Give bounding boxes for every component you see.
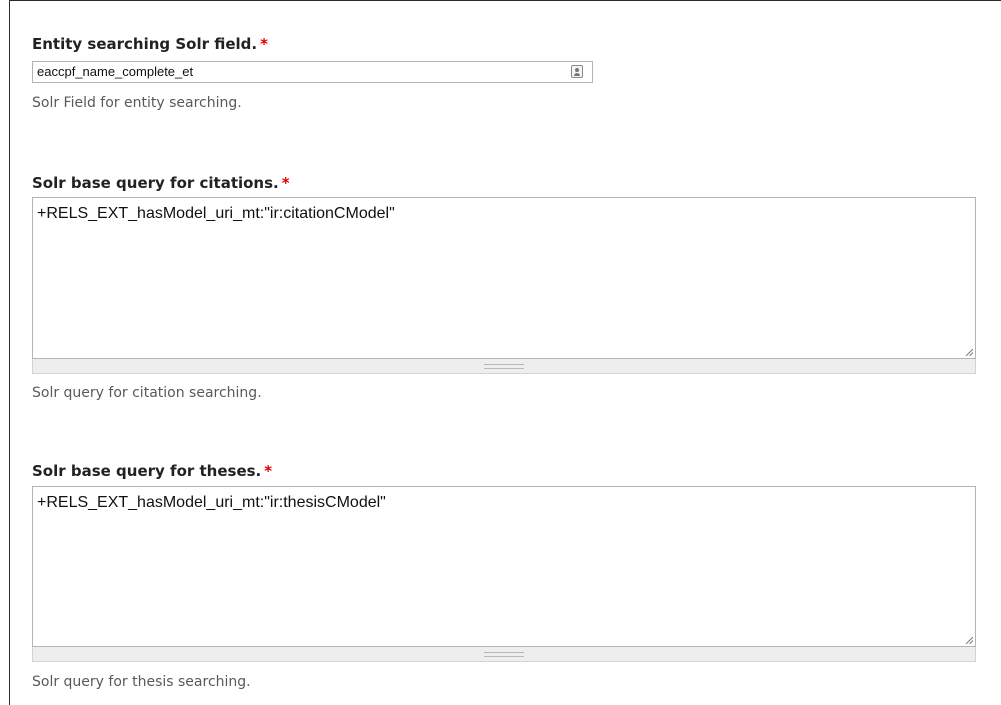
resize-corner-icon[interactable] — [965, 348, 973, 356]
entity-field-description: Solr Field for entity searching. — [32, 95, 242, 111]
contact-card-icon-body — [574, 73, 580, 76]
entity-field-label: Entity searching Solr field. * — [32, 35, 268, 53]
theses-query-value: +RELS_EXT_hasModel_uri_mt:"ir:thesisCMod… — [37, 494, 386, 511]
required-asterisk: * — [264, 462, 273, 480]
grippie-handle-icon — [484, 364, 524, 369]
entity-field-label-text: Entity searching Solr field. — [32, 35, 258, 53]
citations-query-value: +RELS_EXT_hasModel_uri_mt:"ir:citationCM… — [37, 205, 395, 222]
theses-textarea-grippie[interactable] — [32, 647, 976, 662]
theses-query-textarea[interactable]: +RELS_EXT_hasModel_uri_mt:"ir:thesisCMod… — [32, 486, 976, 647]
citations-query-description: Solr query for citation searching. — [32, 385, 262, 401]
contact-card-icon[interactable] — [571, 65, 583, 78]
citations-query-textarea[interactable]: +RELS_EXT_hasModel_uri_mt:"ir:citationCM… — [32, 197, 976, 359]
grippie-handle-icon — [484, 652, 524, 657]
theses-query-label: Solr base query for theses. * — [32, 462, 272, 480]
resize-corner-icon[interactable] — [965, 636, 973, 644]
theses-query-description: Solr query for thesis searching. — [32, 674, 251, 690]
entity-solr-field-input[interactable]: eaccpf_name_complete_et — [32, 61, 593, 83]
required-asterisk: * — [281, 174, 290, 192]
contact-card-icon-head — [575, 68, 579, 72]
theses-query-label-text: Solr base query for theses. — [32, 462, 262, 480]
entity-solr-field-value: eaccpf_name_complete_et — [37, 64, 194, 79]
citations-query-label-text: Solr base query for citations. — [32, 174, 279, 192]
required-asterisk: * — [260, 35, 268, 53]
citations-query-label: Solr base query for citations. * — [32, 174, 290, 192]
citations-textarea-grippie[interactable] — [32, 359, 976, 374]
